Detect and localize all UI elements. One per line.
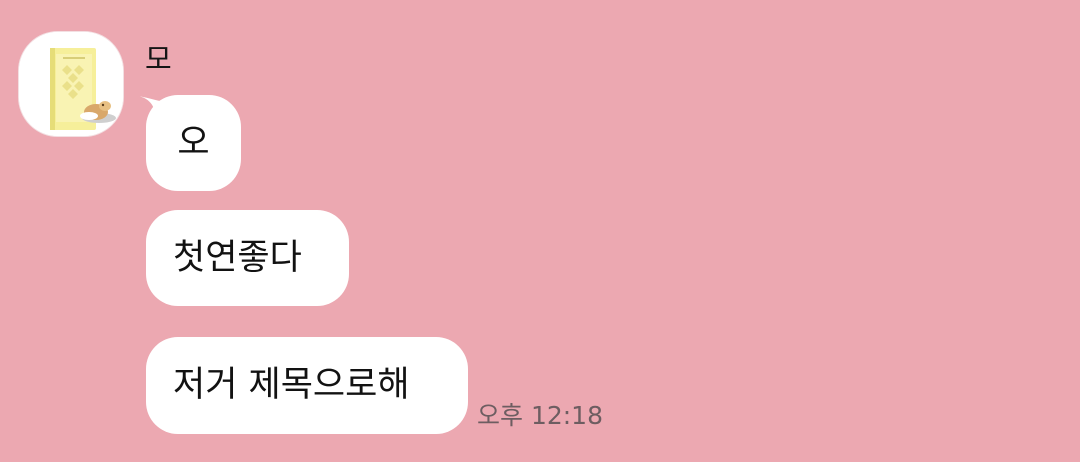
profile-photo-icon bbox=[19, 32, 123, 136]
sender-name: 모 bbox=[145, 42, 172, 76]
message-text: 오 bbox=[177, 123, 210, 163]
sender-avatar[interactable] bbox=[18, 31, 124, 137]
message-text: 저거 제목으로해 bbox=[173, 365, 410, 405]
message-text: 첫연좋다 bbox=[173, 238, 302, 278]
message-bubble[interactable]: 저거 제목으로해 bbox=[146, 337, 468, 434]
message-bubble[interactable]: 첫연좋다 bbox=[146, 210, 349, 306]
message-bubble[interactable]: 오 bbox=[146, 95, 241, 191]
chat-screen: 모 오 첫연좋다 저거 제목으로해 오후 12:18 bbox=[0, 0, 1080, 462]
message-timestamp: 오후 12:18 bbox=[477, 401, 603, 430]
